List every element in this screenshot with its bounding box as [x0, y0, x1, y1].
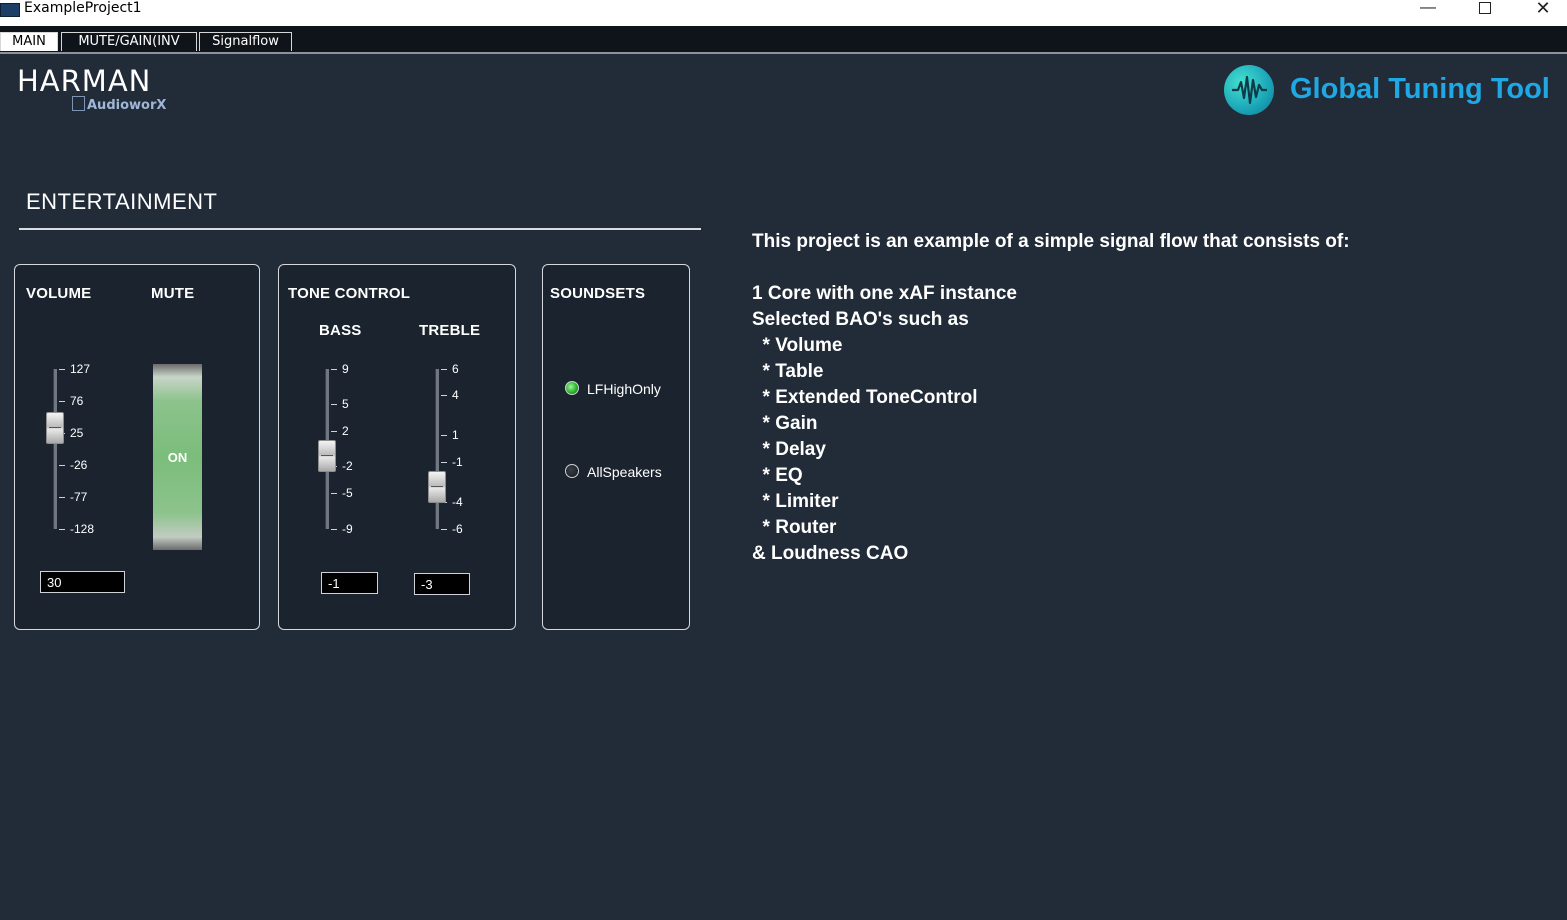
treble-tick: -6 [452, 522, 463, 536]
audioworx-box-icon [72, 96, 85, 111]
bass-tick: 2 [342, 424, 349, 438]
maximize-icon[interactable] [1465, 0, 1505, 20]
tone-control-label: TONE CONTROL [288, 285, 411, 302]
volume-label: VOLUME [26, 285, 92, 302]
mute-toggle-button[interactable]: ON [153, 364, 202, 550]
volume-tick: 25 [70, 426, 84, 440]
treble-slider-track[interactable] [435, 369, 439, 529]
soundset-lfhighonly-radio[interactable] [565, 381, 579, 395]
bass-slider-thumb[interactable] [318, 440, 336, 472]
volume-tick: -26 [70, 458, 88, 472]
bass-tick: -5 [342, 486, 353, 500]
bass-label: BASS [319, 322, 362, 339]
treble-tick: 1 [452, 428, 459, 442]
mute-label: MUTE [151, 285, 195, 302]
treble-tick: 6 [452, 362, 459, 376]
description-line: Selected BAO's such as [752, 309, 969, 330]
description-line: 1 Core with one xAF instance [752, 283, 1017, 304]
soundset-allspeakers-label[interactable]: AllSpeakers [587, 464, 665, 480]
treble-tick: -1 [452, 455, 463, 469]
description-line: * Volume [752, 335, 843, 356]
volume-slider-track[interactable] [53, 369, 57, 529]
waveform-logo-icon [1224, 65, 1274, 115]
section-divider [19, 228, 701, 230]
bass-value-field[interactable]: -1 [321, 572, 378, 594]
volume-tick: 76 [70, 394, 84, 408]
soundset-allspeakers-radio[interactable] [565, 464, 579, 478]
volume-value-field[interactable]: 30 [40, 571, 125, 593]
window-titlebar: ExampleProject1 — ✕ [0, 0, 1567, 26]
volume-slider-thumb[interactable] [46, 412, 64, 444]
close-icon[interactable]: ✕ [1523, 0, 1563, 20]
volume-tick: -128 [70, 522, 95, 536]
tab-main[interactable]: MAIN [0, 32, 58, 51]
tab-signalflow[interactable]: Signalflow [199, 32, 292, 51]
description-line: * Table [752, 361, 824, 382]
section-title: ENTERTAINMENT [26, 189, 218, 214]
harman-logo: HARMAN [17, 64, 152, 98]
soundsets-label: SOUNDSETS [550, 285, 646, 302]
description-line: * EQ [752, 465, 803, 486]
description-line: * Gain [752, 413, 818, 434]
window-title: ExampleProject1 [24, 0, 142, 16]
treble-tick: 4 [452, 388, 459, 402]
tab-mute-gain-inv[interactable]: MUTE/GAIN(INV [61, 32, 197, 51]
description-heading: This project is an example of a simple s… [752, 231, 1350, 252]
description-line: * Router [752, 517, 837, 538]
soundset-lfhighonly-label[interactable]: LFHighOnly [587, 381, 665, 397]
description-line: * Delay [752, 439, 826, 460]
bass-tick: -9 [342, 522, 353, 536]
audioworx-label: AudioworX [87, 98, 167, 113]
soundsets-panel [542, 264, 690, 630]
tab-bar: MAIN MUTE/GAIN(INV Signalflow [0, 26, 1567, 54]
description-line: * Limiter [752, 491, 839, 512]
audioworx-logo: AudioworX [72, 96, 166, 113]
treble-value-field[interactable]: -3 [414, 573, 470, 595]
description-line: * Extended ToneControl [752, 387, 978, 408]
app-icon [0, 3, 20, 17]
bass-tick: -2 [342, 459, 353, 473]
bass-tick: 9 [342, 362, 349, 376]
treble-tick: -4 [452, 495, 463, 509]
bass-tick: 5 [342, 397, 349, 411]
gtt-title: Global Tuning Tool [1290, 73, 1550, 105]
treble-label: TREBLE [419, 322, 481, 339]
volume-tick: 127 [70, 362, 91, 376]
volume-tick: -77 [70, 490, 88, 504]
treble-slider-thumb[interactable] [428, 471, 446, 503]
description-line: & Loudness CAO [752, 543, 909, 564]
tone-control-panel [278, 264, 516, 630]
minimize-icon[interactable]: — [1408, 0, 1448, 20]
